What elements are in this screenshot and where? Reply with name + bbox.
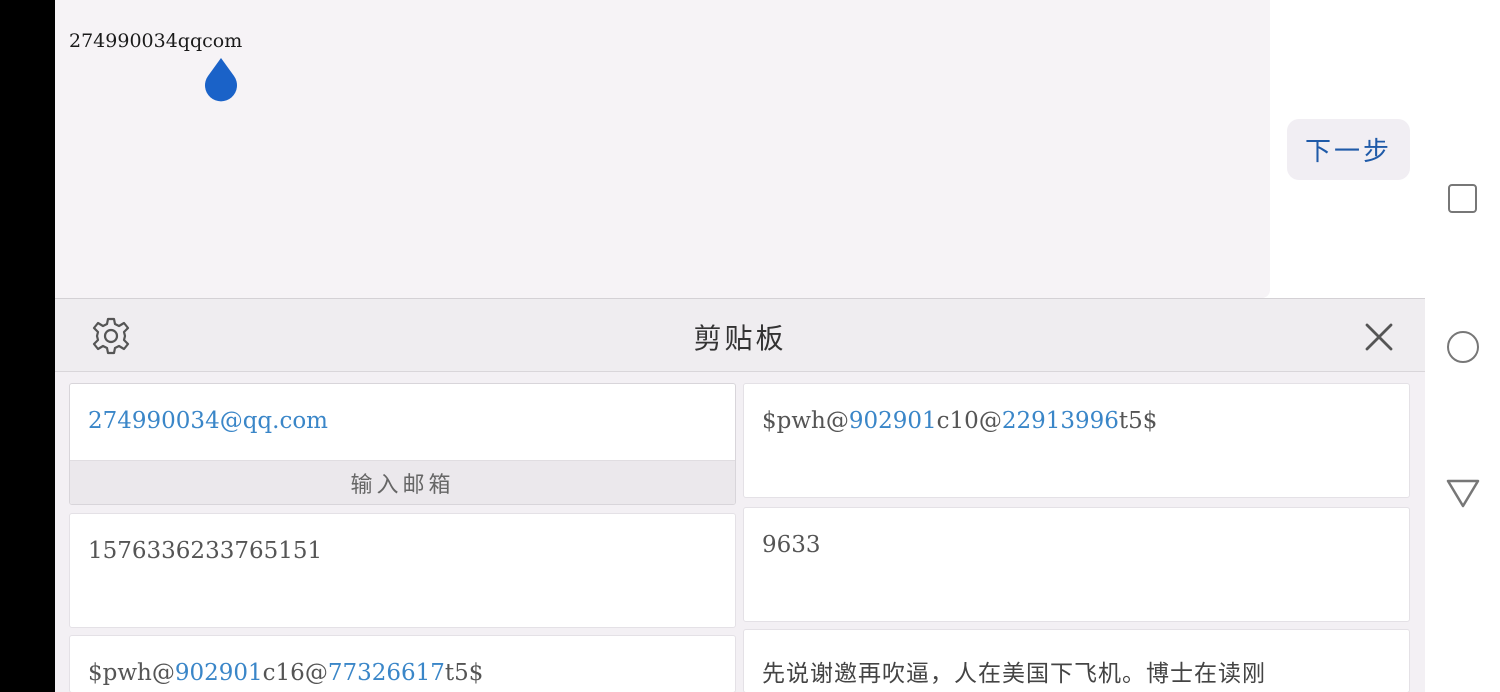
clipboard-item[interactable]: 9633: [743, 507, 1410, 622]
clipboard-panel: 剪贴板 274990034@qq.com 输入邮箱 $pwh@902901c10…: [55, 298, 1425, 692]
home-circle-icon[interactable]: [1447, 331, 1479, 363]
close-icon[interactable]: [1361, 319, 1397, 355]
clipboard-item[interactable]: 1576336233765151: [69, 513, 736, 628]
recent-apps-square-icon[interactable]: [1448, 184, 1477, 213]
clipboard-item[interactable]: $pwh@902901c10@22913996t5$: [743, 383, 1410, 498]
clipboard-item-segment: c10@: [936, 408, 1002, 434]
enter-email-button[interactable]: 输入邮箱: [70, 460, 735, 504]
clipboard-item-segment: t5$: [444, 660, 484, 686]
clipboard-item-segment: 22913996: [1001, 408, 1119, 434]
clipboard-item-segment: 902901: [848, 408, 937, 434]
clipboard-item-segment: 先说谢邀再吹逼，人在美国下飞机。博士在读刚: [762, 661, 1266, 687]
clipboard-item[interactable]: 先说谢邀再吹逼，人在美国下飞机。博士在读刚: [743, 629, 1410, 692]
clipboard-item-segment: 77326617: [327, 660, 445, 686]
clipboard-item-segment: 902901: [174, 660, 263, 686]
clipboard-item[interactable]: 274990034@qq.com 输入邮箱: [69, 383, 736, 505]
clipboard-item-segment: 9633: [762, 532, 821, 558]
clipboard-item-text: 9633: [762, 532, 821, 558]
clipboard-item-text: 先说谢邀再吹逼，人在美国下飞机。博士在读刚: [762, 654, 1266, 688]
clipboard-item-segment: t5$: [1118, 408, 1158, 434]
text-input-area[interactable]: 274990034qqcom: [55, 0, 1270, 298]
clipboard-title: 剪贴板: [693, 322, 787, 355]
input-text: 274990034qqcom: [69, 30, 243, 52]
clipboard-item-segment: $pwh@: [762, 408, 849, 434]
clipboard-item-segment: 274990034@qq.com: [88, 408, 328, 434]
back-triangle-icon[interactable]: [1445, 477, 1481, 509]
left-edge-strip: [0, 0, 55, 692]
clipboard-item-segment: 1576336233765151: [88, 538, 323, 564]
clipboard-item-segment: $pwh@: [88, 660, 175, 686]
clipboard-item-segment: c16@: [262, 660, 328, 686]
clipboard-item-text: $pwh@902901c10@22913996t5$: [762, 408, 1157, 434]
clipboard-header: 剪贴板: [55, 299, 1425, 372]
clipboard-item-text: 1576336233765151: [88, 538, 322, 564]
clipboard-item-text: $pwh@902901c16@77326617t5$: [88, 660, 483, 686]
clipboard-item[interactable]: $pwh@902901c16@77326617t5$: [69, 635, 736, 692]
clipboard-item-text: 274990034@qq.com: [88, 408, 328, 434]
text-cursor-handle-icon[interactable]: [201, 58, 241, 104]
system-navigation-bar: [1425, 0, 1500, 692]
next-step-button[interactable]: 下一步: [1287, 119, 1410, 180]
